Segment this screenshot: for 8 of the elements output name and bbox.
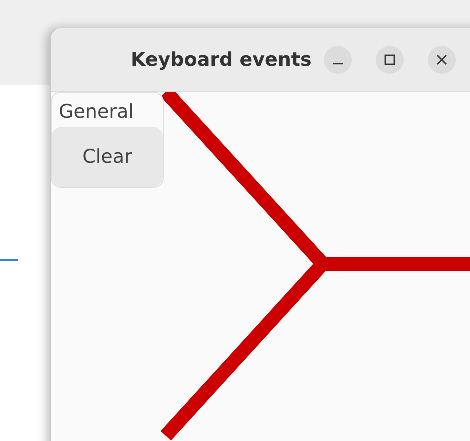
close-icon xyxy=(436,54,448,66)
minimize-icon xyxy=(332,62,343,64)
maximize-button[interactable] xyxy=(376,46,404,74)
close-button[interactable] xyxy=(428,46,456,74)
clear-button[interactable]: Clear xyxy=(52,127,163,187)
menu-heading: General xyxy=(58,100,135,125)
window-title: Keyboard events xyxy=(131,48,312,70)
maximize-icon xyxy=(384,54,396,66)
